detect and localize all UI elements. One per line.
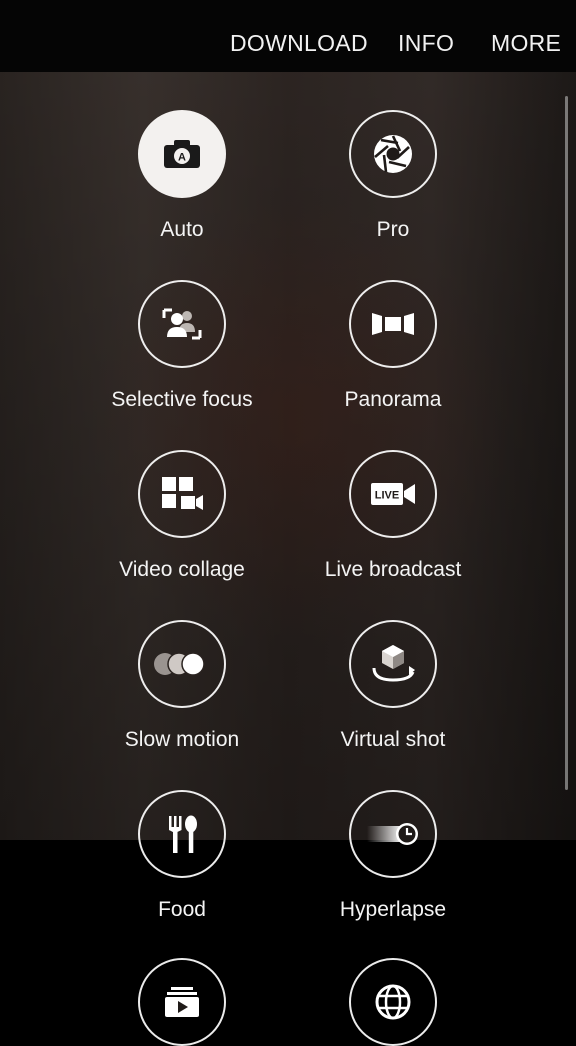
camera-mode-grid: A Auto Pro Selective focus Panorama Vide… (0, 0, 576, 1046)
mode-label: Hyperlapse (339, 898, 447, 921)
mode-label: Video collage (119, 558, 245, 581)
mode-circle: LIVE (349, 450, 437, 538)
hyperlapse-icon (367, 823, 418, 845)
globe-icon (375, 984, 411, 1020)
camera-auto-icon: A (164, 140, 200, 168)
video-collage-icon (162, 477, 203, 510)
mode-circle (138, 958, 226, 1046)
mode-label: Selective focus (111, 388, 253, 411)
mode-circle (138, 620, 226, 708)
mode-circle (138, 790, 226, 878)
mode-circle (349, 280, 437, 368)
food-icon (169, 815, 197, 853)
mode-circle (349, 790, 437, 878)
mode-circle (349, 110, 437, 198)
mode-label: Pro (376, 218, 410, 241)
aperture-icon (374, 135, 412, 173)
mode-label: Food (158, 898, 206, 921)
mode-circle: A (138, 110, 226, 198)
svg-text:A: A (178, 152, 186, 164)
mode-label: Auto (160, 218, 204, 241)
live-badge-text: LIVE (375, 490, 399, 502)
video-play-icon (165, 987, 199, 1017)
mode-circle (349, 620, 437, 708)
mode-label: Slow motion (124, 728, 240, 751)
mode-label: Live broadcast (324, 558, 462, 581)
mode-label: Virtual shot (340, 728, 446, 751)
slow-motion-icon (154, 652, 205, 676)
selective-focus-icon (162, 308, 202, 340)
live-broadcast-icon: LIVE (371, 483, 415, 505)
mode-label: Panorama (344, 388, 442, 411)
panorama-icon (372, 313, 414, 335)
mode-circle (138, 450, 226, 538)
virtual-shot-icon (372, 645, 415, 682)
mode-circle (138, 280, 226, 368)
mode-circle (349, 958, 437, 1046)
